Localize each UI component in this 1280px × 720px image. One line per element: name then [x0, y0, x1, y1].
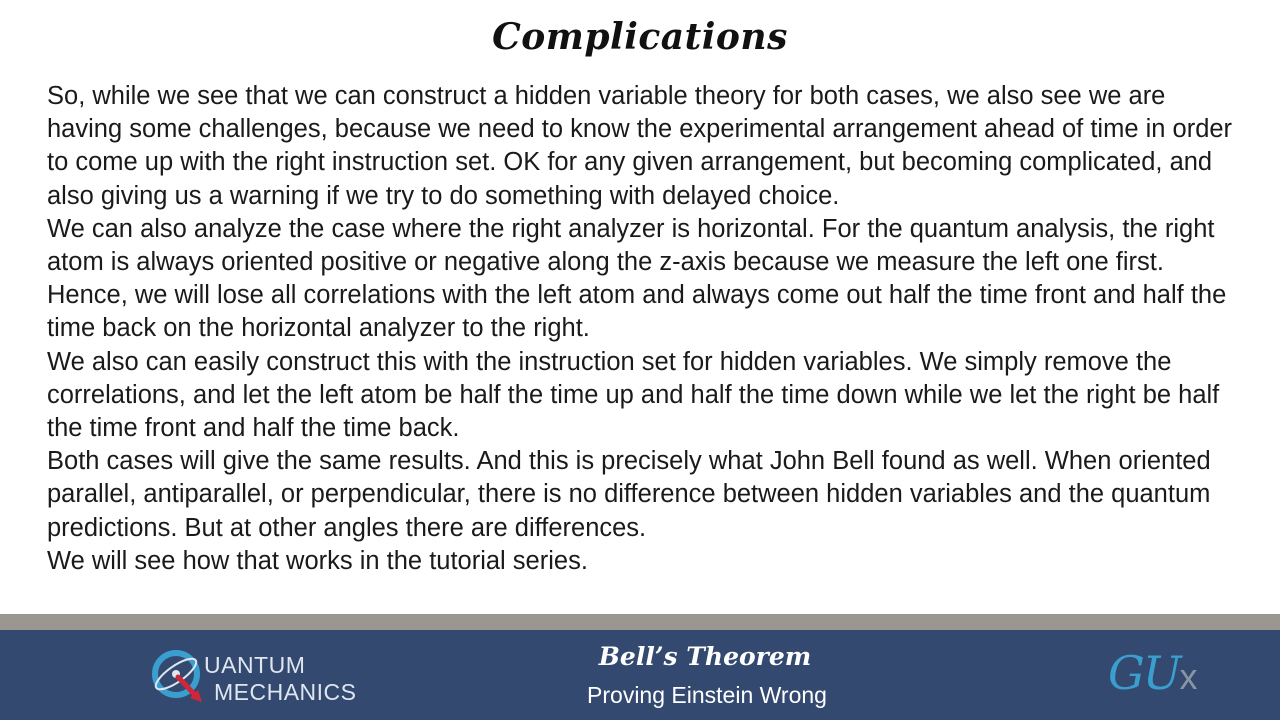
paragraph-3: We also can easily construct this with t…: [47, 347, 1220, 443]
course-title: Bell’s Theorem: [598, 642, 812, 671]
paragraph-2: We can also analyze the case where the r…: [47, 214, 1227, 343]
slide-title: Complications: [492, 16, 788, 58]
paragraph-5: We will see how that works in the tutori…: [47, 546, 588, 575]
paragraph-4: Both cases will give the same results. A…: [47, 447, 1211, 542]
paragraph-1: So, while we see that we can construct a…: [47, 82, 1233, 210]
divider-strip: [0, 614, 1280, 630]
slide: Complications So, while we see that we c…: [0, 0, 1280, 720]
course-subtitle: Proving Einstein Wrong: [587, 682, 827, 708]
footer-bar: UANTUM MECHANICS Bell’s Theorem Proving …: [0, 630, 1280, 720]
brand-suffix: x: [1179, 656, 1198, 697]
brand-main: GU: [1108, 646, 1182, 700]
gux-brand-logo: GUx: [1108, 646, 1198, 700]
slide-body: So, while we see that we can construct a…: [47, 80, 1247, 578]
